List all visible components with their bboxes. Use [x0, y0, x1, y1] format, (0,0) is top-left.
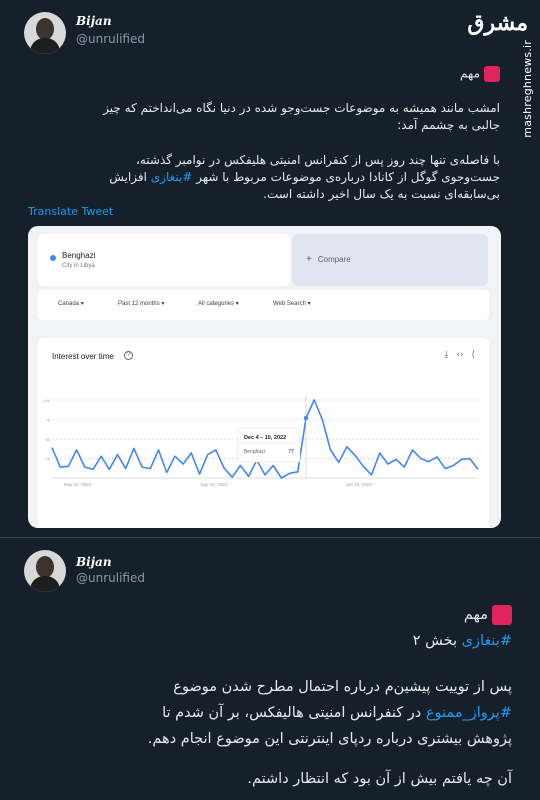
hashtag-link[interactable]: #بنغازی	[462, 633, 512, 649]
tweet-label: مهم	[460, 66, 500, 82]
author-handle[interactable]: @unrulified	[76, 32, 145, 46]
tweet-text: مهم #بنغازی بخش ۲ پس از توییت پیشین‌م در…	[147, 605, 512, 787]
compare-card: + Compare	[292, 234, 488, 286]
caret-down-icon: ▾	[161, 301, 165, 307]
series-dot-icon	[50, 255, 56, 261]
plus-icon: +	[306, 254, 312, 265]
red-square-icon	[484, 66, 500, 82]
tweet-text-para1: امشب مانند همیشه به موضوعات جست‌وجو شده …	[103, 101, 500, 132]
author-handle[interactable]: @unrulified	[76, 571, 145, 585]
red-square-icon	[492, 605, 512, 625]
y-tick-label: 75	[46, 418, 51, 423]
caret-down-icon: ▾	[307, 301, 311, 307]
filter-region: Canada ▾	[58, 301, 84, 307]
tooltip-point	[303, 415, 309, 421]
translate-tweet-link[interactable]: Translate Tweet	[28, 205, 113, 218]
interest-line-chart: 100 75 50 25 May 22, 2022 Sep 18, 2022 Jan 15,…	[43, 396, 479, 487]
tweet-1: Bijan @unrulified مهم امشب مانند همیشه ب…	[0, 0, 540, 537]
avatar[interactable]	[24, 12, 66, 54]
y-tick-label: 25	[46, 457, 51, 462]
search-term-card: Benghazi City in Libya	[38, 234, 290, 286]
trends-image[interactable]: Benghazi City in Libya + Compare Canada ▾…	[28, 226, 501, 528]
label-text: مهم	[463, 607, 488, 623]
tooltip-term: Benghazi	[244, 449, 265, 455]
filters-bar: Canada ▾ Past 12 months ▾ All categories…	[38, 290, 489, 320]
tooltip-value: 77	[288, 449, 294, 455]
y-tick-label: 50	[46, 437, 51, 442]
label-text: مهم	[460, 66, 480, 81]
x-tick-label: Sep 18, 2022	[200, 482, 227, 487]
author-name[interactable]: Bijan	[76, 555, 112, 569]
filter-period: Past 12 months ▾	[118, 301, 165, 307]
hashtag-link[interactable]: #بنغازی	[151, 170, 193, 184]
filter-category: All categories ▾	[198, 301, 239, 307]
tooltip-box	[237, 427, 301, 463]
hashtag-link[interactable]: #پرواز_ممنوع	[426, 705, 512, 721]
tweet-2: Bijan @unrulified مهم #بنغازی بخش ۲ پس ا…	[0, 537, 540, 800]
avatar[interactable]	[24, 550, 66, 592]
filter-search-type: Web Search ▾	[273, 301, 311, 307]
tweet-text-para2: با فاصله‌ی تنها چند روز پس از کنفرانس ام…	[109, 153, 500, 201]
search-term: Benghazi	[62, 251, 96, 260]
search-term-subtitle: City in Libya	[62, 263, 95, 269]
caret-down-icon: ▾	[235, 301, 239, 307]
interest-chart-panel: Interest over time ? ⤓ ‹› ⟨ 100 75 50 25 May 2…	[38, 338, 489, 528]
author-name[interactable]: Bijan	[76, 14, 112, 28]
caret-down-icon: ▾	[80, 301, 84, 307]
x-tick-label: Jan 15, 2023	[346, 482, 373, 487]
y-tick-label: 100	[43, 398, 50, 403]
x-tick-label: May 22, 2022	[64, 482, 92, 487]
tooltip-date: Dec 4 – 10, 2022	[244, 435, 286, 441]
